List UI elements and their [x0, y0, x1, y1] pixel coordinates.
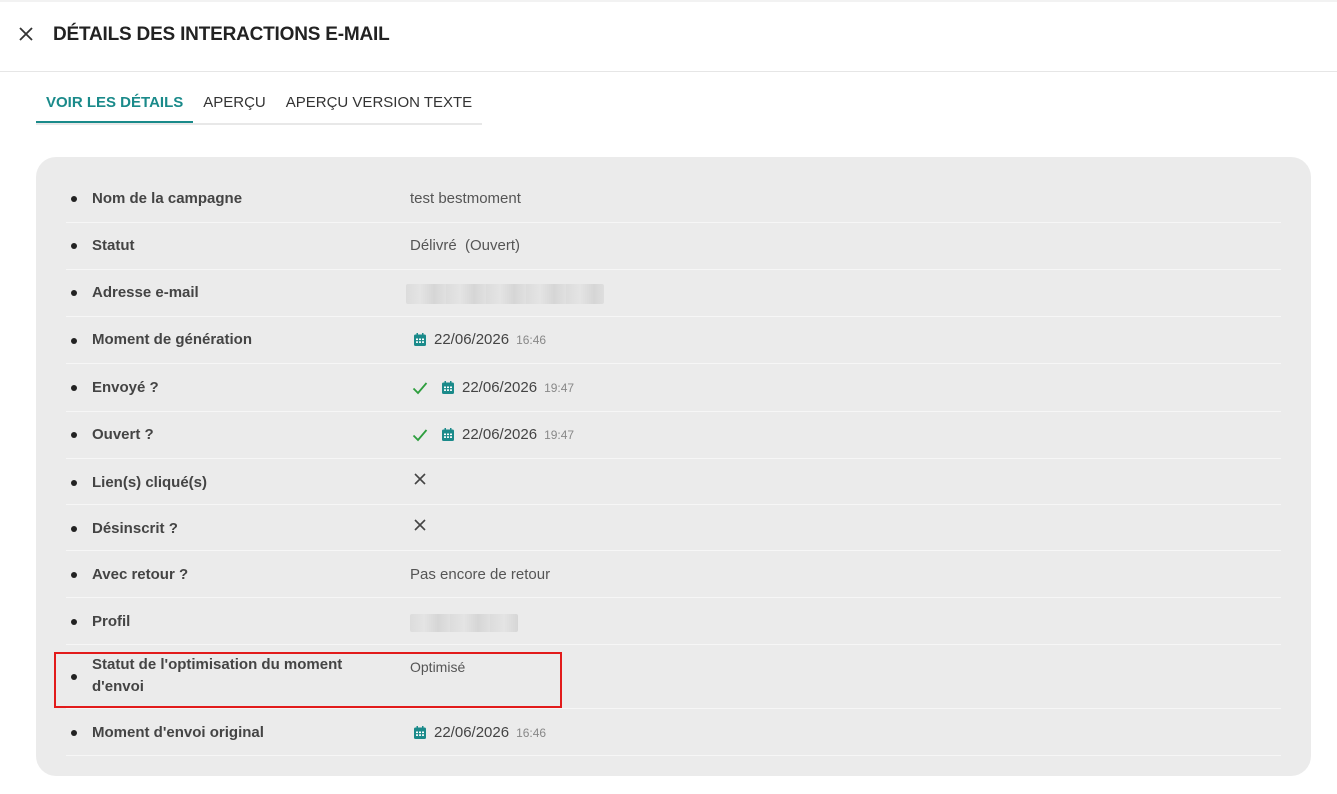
tab-details[interactable]: VOIR LES DÉTAILS	[36, 86, 194, 123]
close-icon	[19, 27, 33, 41]
bullet	[71, 480, 77, 486]
generation-time: 16:46	[516, 332, 547, 347]
tab-preview[interactable]: APERÇU	[193, 86, 276, 121]
status-value: Délivré (Ouvert)	[410, 237, 521, 254]
bullet	[71, 526, 77, 532]
detail-label: Profil	[92, 613, 131, 630]
detail-label: Statut	[92, 237, 135, 254]
detail-row-email: Adresse e-mail	[66, 270, 1281, 317]
dialog-header: DÉTAILS DES INTERACTIONS E-MAIL	[0, 2, 1337, 72]
cross-icon	[414, 473, 426, 485]
bullet	[71, 243, 77, 249]
bullet	[71, 338, 77, 344]
bullet	[71, 196, 77, 202]
bullet	[71, 432, 77, 438]
check-icon	[412, 428, 428, 442]
calendar-icon	[442, 428, 454, 441]
detail-row-clicked: Lien(s) cliqué(s)	[66, 459, 1281, 505]
check-icon	[412, 381, 428, 395]
bullet	[71, 290, 77, 296]
detail-row-opened: Ouvert ? 22/06/2026 19:47	[66, 412, 1281, 459]
detail-row-generation: Moment de génération 22/06/2026 16:46	[66, 317, 1281, 364]
detail-row-reply: Avec retour ? Pas encore de retour	[66, 551, 1281, 598]
original-send-date: 22/06/2026	[434, 724, 510, 741]
bullet	[71, 730, 77, 736]
detail-row-original-send-time: Moment d'envoi original 22/06/2026 16:46	[66, 709, 1281, 756]
detail-label: Envoyé ?	[92, 379, 159, 396]
original-send-time: 16:46	[516, 725, 547, 740]
detail-label: Nom de la campagne	[92, 190, 243, 207]
redacted-blur	[410, 614, 518, 632]
bullet	[71, 572, 77, 578]
detail-row-sent: Envoyé ? 22/06/2026 19:47	[66, 364, 1281, 412]
generation-value: 22/06/2026 16:46	[410, 331, 546, 348]
tab-text-preview[interactable]: APERÇU VERSION TEXTE	[276, 86, 482, 121]
sent-value: 22/06/2026 19:47	[410, 379, 574, 396]
original-send-time-value: 22/06/2026 16:46	[410, 724, 546, 741]
detail-row-unsubscribed: Désinscrit ?	[66, 505, 1281, 551]
calendar-icon	[414, 333, 426, 346]
sent-date: 22/06/2026	[462, 379, 538, 396]
detail-label: Lien(s) cliqué(s)	[92, 474, 208, 491]
opened-value: 22/06/2026 19:47	[410, 426, 574, 443]
detail-label: Désinscrit ?	[92, 520, 178, 537]
opened-date: 22/06/2026	[462, 426, 538, 443]
generation-date: 22/06/2026	[434, 331, 510, 348]
sent-time: 19:47	[544, 380, 575, 395]
close-button[interactable]	[14, 22, 38, 46]
reply-value: Pas encore de retour	[410, 566, 551, 583]
campaign-name-value: test bestmoment	[410, 190, 521, 207]
highlight-box	[54, 652, 562, 708]
unsubscribed-value	[414, 519, 426, 531]
redacted-blur	[406, 284, 604, 304]
detail-row-status: Statut Délivré (Ouvert)	[66, 223, 1281, 270]
detail-label: Avec retour ?	[92, 566, 189, 583]
detail-label: Adresse e-mail	[92, 284, 199, 301]
opened-time: 19:47	[544, 427, 575, 442]
tab-bar: VOIR LES DÉTAILS APERÇU APERÇU VERSION T…	[36, 86, 483, 125]
detail-row-campaign: Nom de la campagne test bestmoment	[66, 177, 1281, 223]
calendar-icon	[414, 726, 426, 739]
profile-value-redacted	[410, 614, 518, 632]
detail-label: Ouvert ?	[92, 426, 154, 443]
email-value-redacted	[406, 284, 604, 304]
dialog-title: DÉTAILS DES INTERACTIONS E-MAIL	[53, 24, 390, 45]
cross-icon	[414, 519, 426, 531]
bullet	[71, 619, 77, 625]
detail-row-profile: Profil	[66, 598, 1281, 645]
detail-label: Moment de génération	[92, 331, 253, 348]
calendar-icon	[442, 381, 454, 394]
detail-label: Moment d'envoi original	[92, 724, 264, 741]
clicked-value	[414, 473, 426, 485]
bullet	[71, 385, 77, 391]
